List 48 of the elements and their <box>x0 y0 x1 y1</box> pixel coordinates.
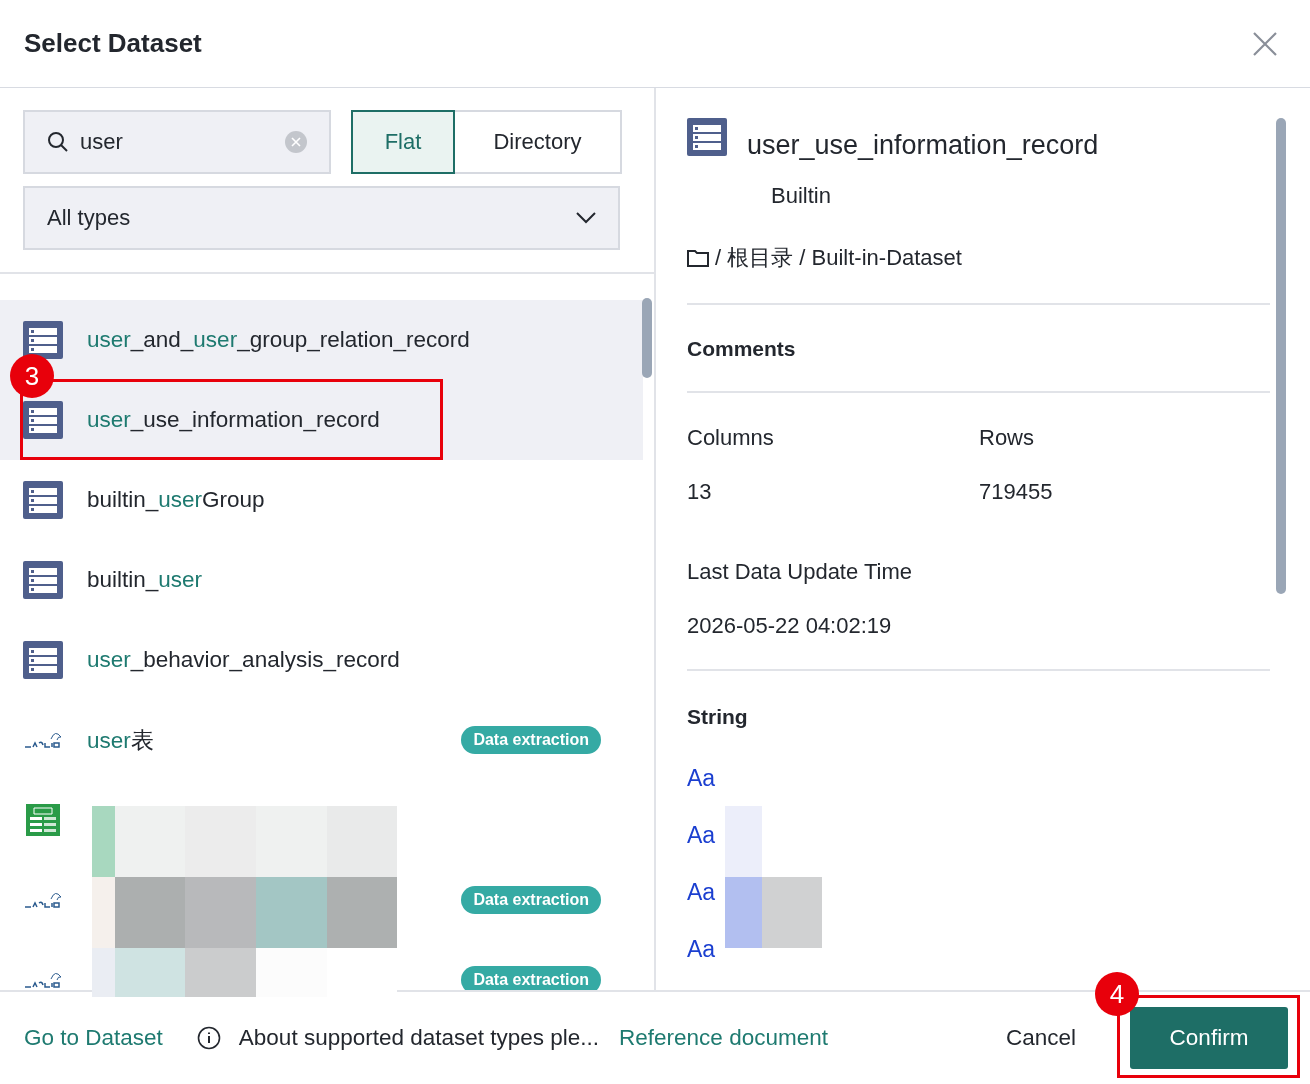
stat-label: Last Data Update Time <box>687 559 913 585</box>
type-dropdown[interactable]: All types <box>23 186 620 250</box>
info-text: About supported dataset types ple... <box>238 1025 600 1051</box>
table-icon <box>23 401 63 439</box>
dialog-title: Select Dataset <box>24 28 202 59</box>
confirm-button[interactable]: Confirm <box>1130 1007 1288 1069</box>
text-type-label: Aa <box>687 879 716 905</box>
stat-value: 2026-05-22 04:02:19 <box>687 613 893 639</box>
table-icon <box>23 641 63 679</box>
extraction-tag: Data extraction <box>461 966 601 990</box>
dataset-item[interactable]: user_behavior_analysis_record <box>0 620 643 700</box>
dataset-item[interactable]: builtin_userGroup <box>0 460 643 540</box>
cancel-button[interactable]: Cancel <box>999 1024 1082 1052</box>
view-tab[interactable]: Directory <box>455 110 622 174</box>
clear-icon[interactable] <box>285 131 307 153</box>
folder-icon <box>687 249 709 267</box>
table-icon <box>687 118 727 156</box>
search-icon <box>47 131 69 153</box>
dataset-name: user_use_information_record <box>747 130 1099 161</box>
step-marker: 4 <box>1095 972 1139 1016</box>
text-type-label: Aa <box>687 822 716 848</box>
search-field[interactable]: user <box>23 110 331 174</box>
close-icon[interactable] <box>1252 30 1278 57</box>
stat-label: Rows <box>979 425 1035 451</box>
stat-value: 13 <box>687 479 713 505</box>
chevron-down-icon <box>576 212 596 224</box>
stat-value: 719455 <box>979 479 1054 505</box>
reference-link[interactable]: Reference document <box>619 1025 828 1051</box>
text-type-label: Aa <box>687 765 716 791</box>
extraction-tag: Data extraction <box>461 886 601 914</box>
dataset-path: / 根目录 / Built-in-Dataset <box>715 244 962 272</box>
dataset-item[interactable]: builtin_user <box>0 540 643 620</box>
section-heading: String <box>687 705 748 728</box>
info-icon <box>196 1026 221 1050</box>
extraction-tag: Data extraction <box>461 726 601 754</box>
section-heading: Comments <box>687 337 796 360</box>
scrollbar[interactable] <box>1276 118 1286 594</box>
go-to-dataset-link[interactable]: Go to Dataset <box>24 1025 163 1051</box>
table-icon <box>23 481 63 519</box>
scrollbar[interactable] <box>642 298 652 378</box>
view-tab[interactable]: Flat <box>351 110 455 174</box>
table-icon <box>23 561 63 599</box>
dataset-source: Builtin <box>771 183 832 209</box>
table-icon <box>23 321 63 359</box>
spreadsheet-icon <box>26 804 60 836</box>
text-type-label: Aa <box>687 936 716 962</box>
dataset-item[interactable]: user表 Data extraction <box>0 700 643 780</box>
stat-label: Columns <box>687 425 775 451</box>
